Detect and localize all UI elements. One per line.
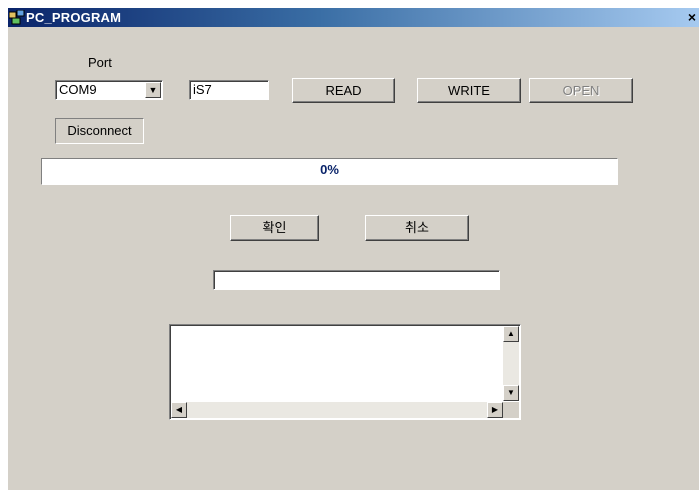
scroll-down-icon[interactable]: ▼	[503, 385, 519, 401]
scroll-up-icon[interactable]: ▲	[503, 326, 519, 342]
ok-button[interactable]: 확인	[230, 215, 319, 241]
horizontal-scrollbar[interactable]: ◀ ▶	[171, 402, 503, 418]
app-icon	[9, 10, 25, 25]
window-title: PC_PROGRAM	[26, 10, 122, 25]
device-field[interactable]: iS7	[189, 80, 269, 100]
progress-bar: 0%	[41, 158, 618, 185]
disconnect-button[interactable]: Disconnect	[55, 118, 144, 144]
main-window: PC_PROGRAM × Port COM9 ▼ iS7 READ WRITE …	[8, 8, 699, 490]
vertical-scrollbar[interactable]: ▲ ▼	[503, 326, 519, 401]
port-label: Port	[88, 55, 112, 70]
chevron-down-icon[interactable]: ▼	[145, 82, 161, 98]
open-button[interactable]: OPEN	[529, 78, 633, 103]
progress-text: 0%	[320, 162, 339, 177]
log-textarea[interactable]: ▲ ▼ ◀ ▶	[169, 324, 521, 420]
scroll-left-icon[interactable]: ◀	[171, 402, 187, 418]
status-field[interactable]	[213, 270, 500, 290]
port-select-value: COM9	[59, 82, 97, 97]
scroll-right-icon[interactable]: ▶	[487, 402, 503, 418]
port-select[interactable]: COM9 ▼	[55, 80, 163, 100]
write-button[interactable]: WRITE	[417, 78, 521, 103]
read-button[interactable]: READ	[292, 78, 395, 103]
cancel-button[interactable]: 취소	[365, 215, 469, 241]
close-icon[interactable]: ×	[685, 9, 699, 25]
scrollbar-corner	[503, 402, 519, 418]
title-bar[interactable]: PC_PROGRAM ×	[8, 8, 699, 27]
